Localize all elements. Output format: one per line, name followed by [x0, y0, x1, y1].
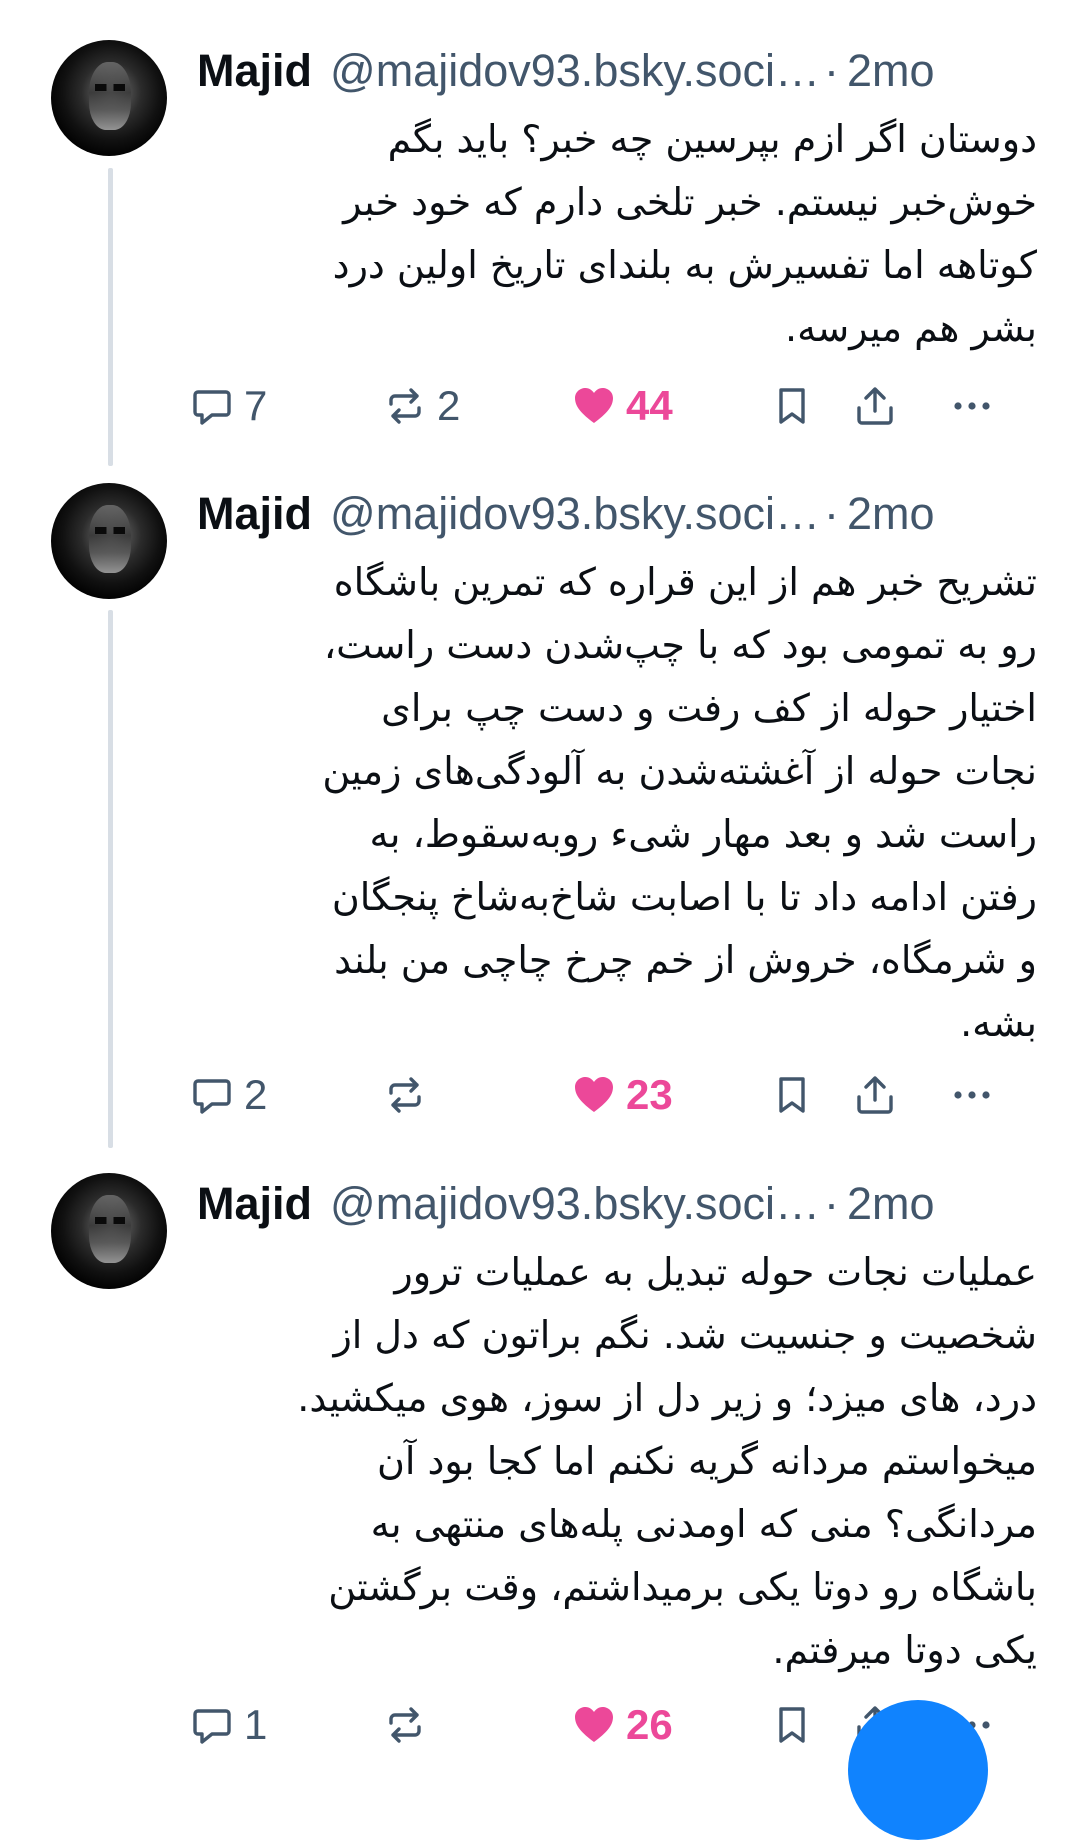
post-text: تشریح خبر هم از این قراره که تمرین باشگا… [197, 551, 1037, 1055]
thread-line [108, 168, 113, 466]
repost-icon [383, 1703, 427, 1747]
repost-button[interactable] [383, 1690, 437, 1760]
like-count: 26 [626, 1701, 673, 1748]
more-icon [950, 1073, 994, 1117]
like-count: 44 [626, 382, 673, 429]
like-button[interactable]: 23 [572, 1060, 673, 1130]
post-text-line: نجات حوله از آغشته‌شدن به آلودگی‌های زمی… [322, 749, 1037, 793]
post-text-line: رو به تمومی بود که با چپ‌شدن دست راست، [323, 623, 1037, 667]
bookmark-button[interactable] [770, 371, 814, 441]
post-text-line: و شرمگاه، خروش از خم چرخ چاچی من بلند [334, 938, 1037, 982]
repost-count: 2 [437, 382, 461, 429]
post-text-line: باشگاه رو دوتا یکی برمیداشتم، وقت برگشتن [328, 1565, 1037, 1609]
more-button[interactable] [950, 371, 994, 441]
post-text-line: کوتاهه اما تفسیرش به بلندای تاریخ اولین … [332, 243, 1037, 287]
post-actions: 2 23 [190, 1060, 1030, 1130]
bookmark-button[interactable] [770, 1690, 814, 1760]
post-text-line: میخواستم مردانه گریه نکنم اما کجا بود آن [376, 1439, 1037, 1483]
like-count: 23 [626, 1071, 673, 1118]
repost-icon [383, 384, 427, 428]
avatar[interactable] [51, 40, 167, 156]
post-text-line: شخصیت و جنسیت شد. نگم براتون که دل از [333, 1313, 1037, 1357]
share-button[interactable] [853, 371, 897, 441]
compose-fab-button[interactable] [848, 1700, 988, 1840]
post-header: Majid @majidov93.bsky.soci… · 2mo [197, 45, 935, 105]
post-text-line: رفتن ادامه داد تا با اصابت شاخ‌به‌شاخ پن… [331, 875, 1037, 919]
post-text-line: اختیار حوله از کف رفت و دست چپ برای [381, 686, 1037, 730]
post-text: دوستان اگر ازم بپرسین چه خبر؟ باید بگم خ… [197, 108, 1037, 360]
post-text: عملیات نجات حوله تبدیل به عملیات ترور شخ… [197, 1241, 1037, 1682]
heart-icon [572, 1073, 616, 1117]
post-text-line: خوش‌خبر نیستم. خبر تلخی دارم که خود خبر [343, 180, 1037, 224]
timestamp[interactable]: 2mo [847, 1178, 935, 1230]
author-handle[interactable]: @majidov93.bsky.soci… [330, 45, 820, 97]
reply-icon [190, 384, 234, 428]
bookmark-button[interactable] [770, 1060, 814, 1130]
timestamp[interactable]: 2mo [847, 45, 935, 97]
post-text-line: مردانگی؟ منی که اومدنی پله‌های منتهی به [370, 1502, 1037, 1546]
repost-button[interactable]: 2 [383, 371, 460, 441]
reply-button[interactable]: 1 [190, 1690, 267, 1760]
heart-icon [572, 384, 616, 428]
bookmark-icon [770, 384, 814, 428]
repost-icon [383, 1073, 427, 1117]
share-icon [853, 1073, 897, 1117]
reply-button[interactable]: 2 [190, 1060, 267, 1130]
post-text-line: دوستان اگر ازم بپرسین چه خبر؟ باید بگم [387, 117, 1037, 161]
reply-count: 2 [244, 1071, 268, 1118]
author-handle[interactable]: @majidov93.bsky.soci… [330, 1178, 820, 1230]
bookmark-icon [770, 1073, 814, 1117]
more-icon [950, 384, 994, 428]
reply-count: 1 [244, 1701, 268, 1748]
post-header: Majid @majidov93.bsky.soci… · 2mo [197, 488, 935, 548]
post-text-line: بشر هم میرسه. [784, 306, 1037, 350]
post-actions: 7 2 44 [190, 371, 1030, 441]
separator-dot: · [824, 1178, 840, 1229]
author-name[interactable]: Majid [197, 45, 312, 97]
post-text-line: بشه. [960, 1001, 1037, 1045]
post-text-line: یکی دوتا میرفتم. [772, 1628, 1037, 1672]
separator-dot: · [824, 45, 840, 96]
reply-icon [190, 1703, 234, 1747]
reply-icon [190, 1073, 234, 1117]
post-header: Majid @majidov93.bsky.soci… · 2mo [197, 1178, 935, 1238]
heart-icon [572, 1703, 616, 1747]
avatar[interactable] [51, 1173, 167, 1289]
thread-line [108, 610, 113, 1148]
author-name[interactable]: Majid [197, 1178, 312, 1230]
repost-button[interactable] [383, 1060, 437, 1130]
share-icon [853, 384, 897, 428]
like-button[interactable]: 44 [572, 371, 673, 441]
avatar[interactable] [51, 483, 167, 599]
timestamp[interactable]: 2mo [847, 488, 935, 540]
post-text-line: عملیات نجات حوله تبدیل به عملیات ترور [394, 1250, 1037, 1294]
author-name[interactable]: Majid [197, 488, 312, 540]
more-button[interactable] [950, 1060, 994, 1130]
author-handle[interactable]: @majidov93.bsky.soci… [330, 488, 820, 540]
post-text-line: راست شد و بعد مهار شیء روبه‌سقوط، به [369, 812, 1038, 856]
reply-count: 7 [244, 382, 268, 429]
reply-button[interactable]: 7 [190, 371, 267, 441]
bookmark-icon [770, 1703, 814, 1747]
post-text-line: درد، های میزد؛ و زیر دل از سوز، هوی میکش… [297, 1376, 1037, 1420]
separator-dot: · [824, 488, 840, 539]
post-text-line: تشریح خبر هم از این قراره که تمرین باشگا… [333, 560, 1037, 604]
share-button[interactable] [853, 1060, 897, 1130]
like-button[interactable]: 26 [572, 1690, 673, 1760]
